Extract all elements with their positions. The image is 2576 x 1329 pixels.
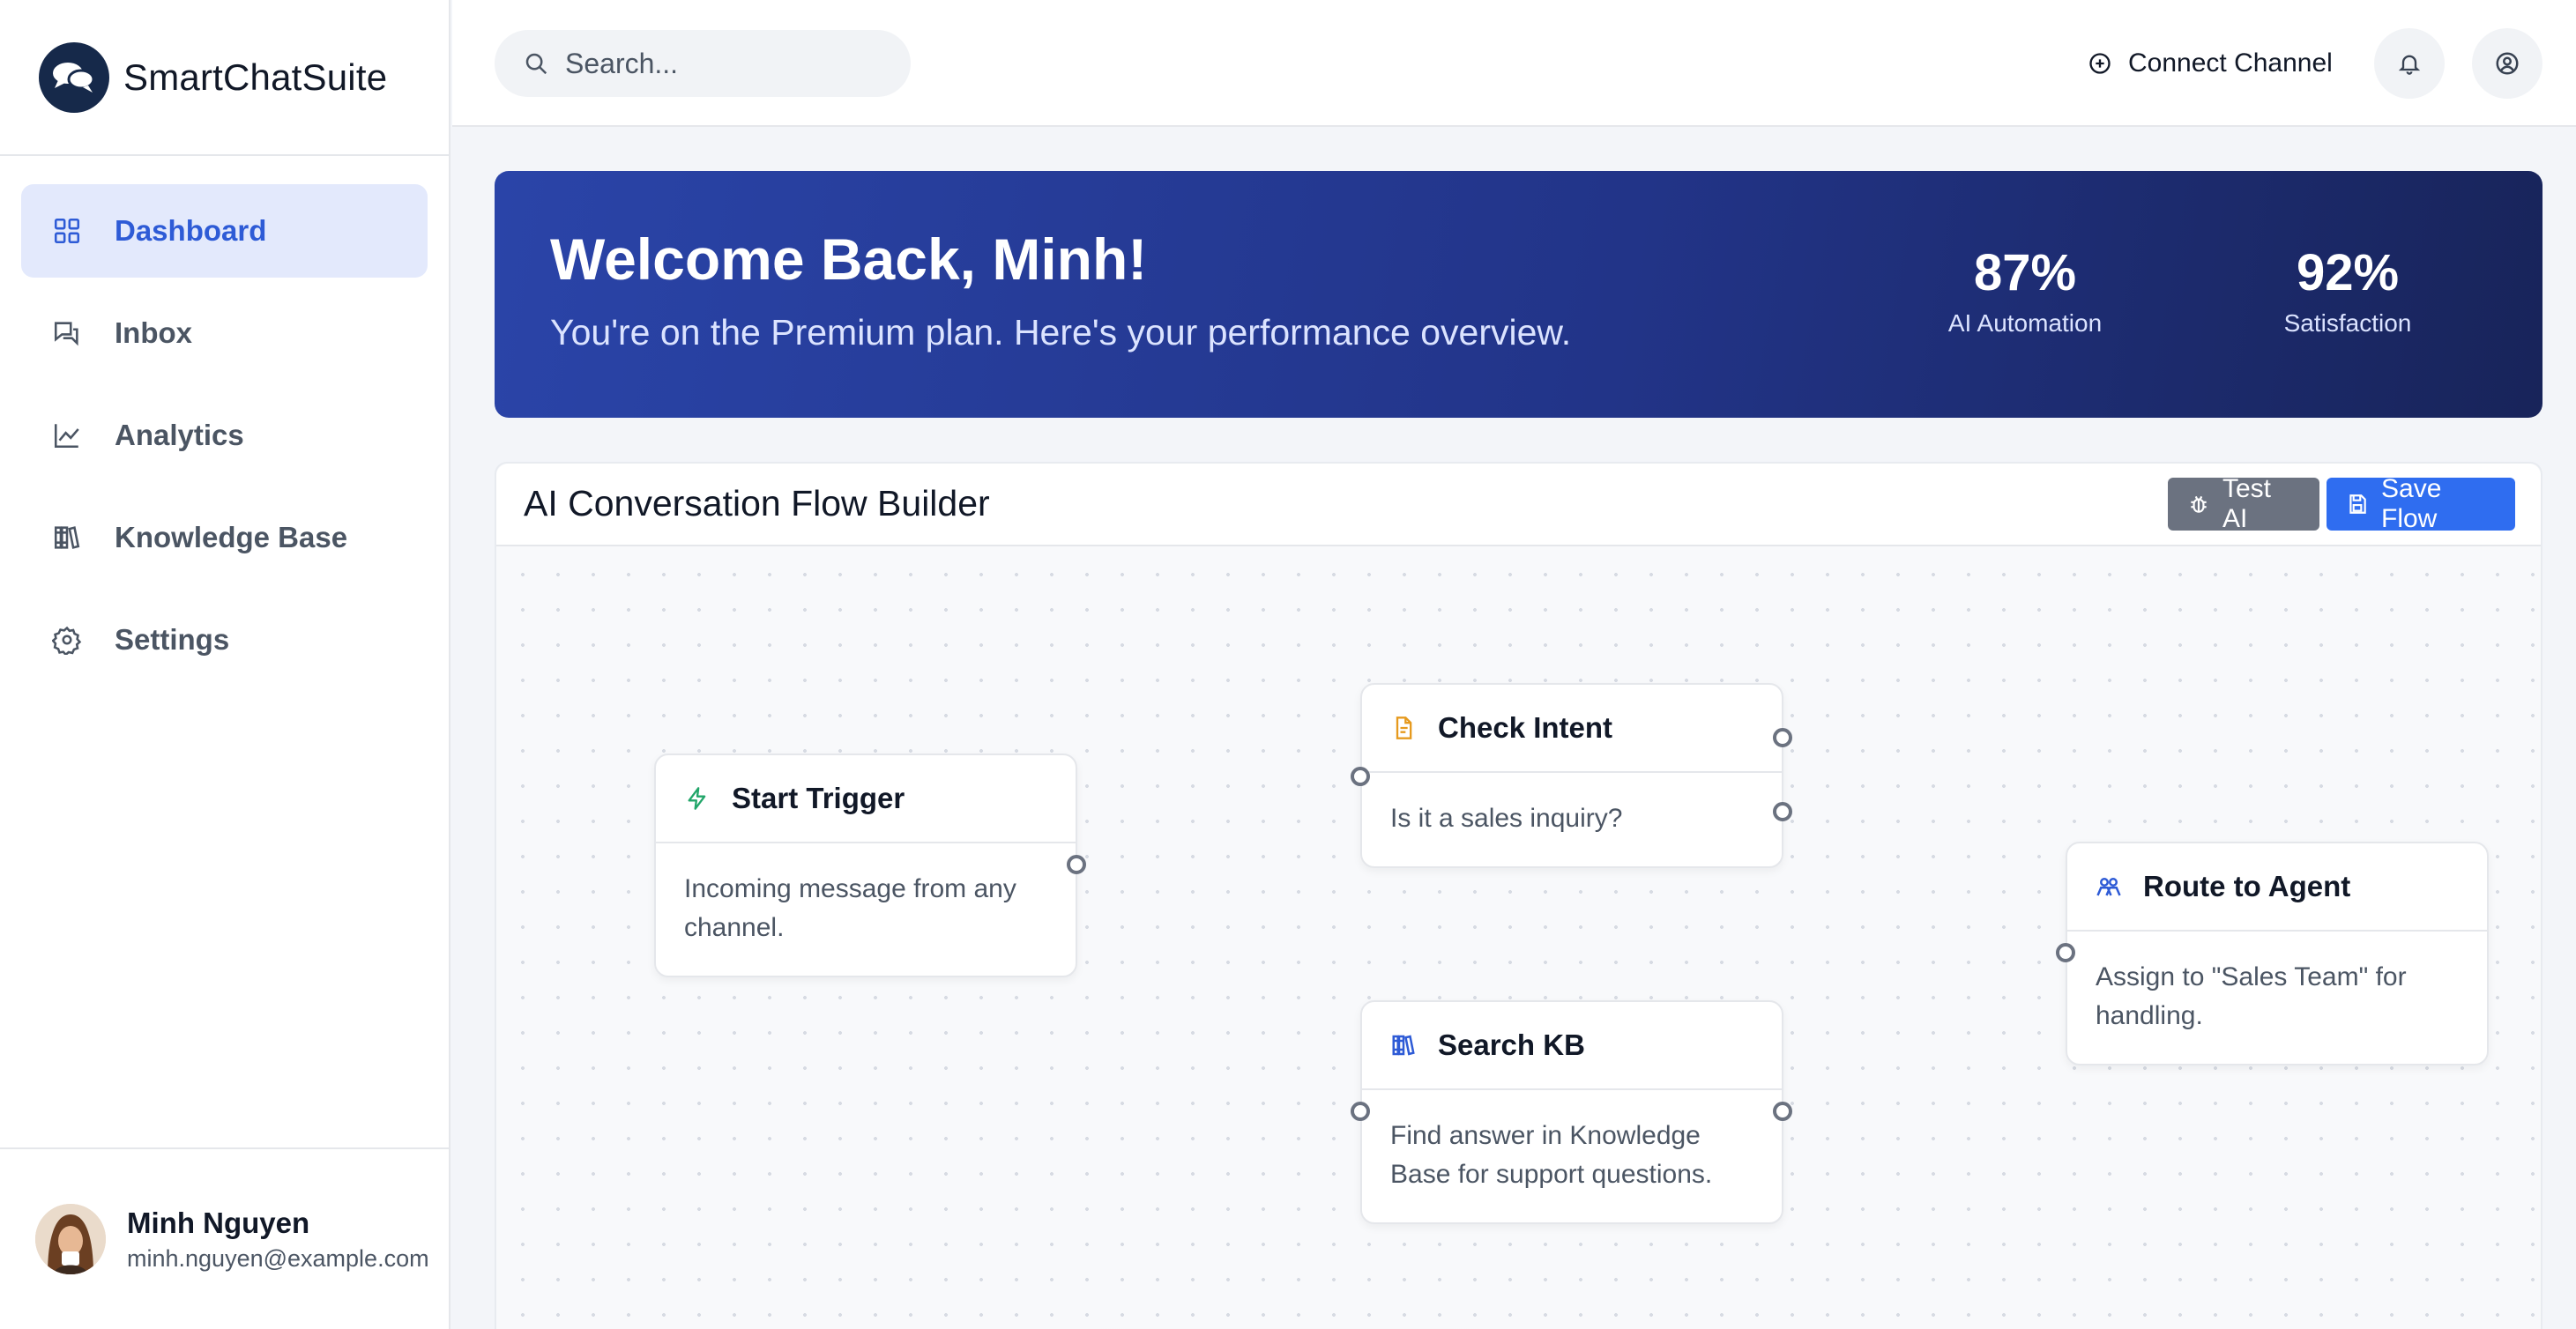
- flow-node-start-trigger[interactable]: Start Trigger Incoming message from any …: [654, 754, 1086, 977]
- node-title: Route to Agent: [2143, 870, 2351, 902]
- sidebar-item-knowledge-base[interactable]: Knowledge Base: [21, 491, 428, 584]
- sidebar-item-settings[interactable]: Settings: [21, 593, 428, 687]
- stat-label: Satisfaction: [2283, 309, 2412, 337]
- stat-value: 92%: [2296, 244, 2400, 301]
- user-circle-icon: [2494, 50, 2520, 77]
- sidebar-item-label: Knowledge Base: [115, 521, 348, 553]
- top-header: Connect Channel: [452, 0, 2576, 127]
- bell-icon: [2397, 51, 2422, 76]
- input-port[interactable]: [1351, 1102, 1370, 1121]
- flow-builder-title: AI Conversation Flow Builder: [524, 483, 990, 523]
- input-port[interactable]: [2056, 943, 2075, 962]
- test-ai-button[interactable]: Test AI: [2168, 474, 2319, 533]
- document-icon: [1389, 713, 1418, 743]
- user-name: Minh Nguyen: [127, 1206, 310, 1239]
- bug-icon: [2187, 493, 2210, 516]
- sidebar-item-label: Dashboard: [115, 214, 267, 247]
- welcome-banner: Welcome Back, Minh! You're on the Premiu…: [495, 171, 2542, 418]
- node-title: Start Trigger: [732, 782, 905, 814]
- sidebar-item-label: Analytics: [115, 419, 244, 451]
- node-body: Incoming message from any channel.: [684, 874, 1016, 942]
- sidebar-item-dashboard[interactable]: Dashboard: [21, 184, 428, 278]
- output-port-no[interactable]: [1773, 802, 1792, 821]
- node-title: Check Intent: [1438, 711, 1613, 744]
- node-header: Start Trigger: [656, 755, 1076, 843]
- logo-icon: [39, 41, 109, 113]
- brand-name: SmartChatSuite: [123, 56, 388, 98]
- avatar[interactable]: [35, 1204, 106, 1274]
- flow-node-check-intent[interactable]: Check Intent Is it a sales inquiry?: [1351, 683, 1792, 868]
- books-icon: [49, 520, 85, 555]
- flow-node-search-kb[interactable]: Search KB Find answer in Knowledge Base …: [1351, 1000, 1792, 1224]
- bolt-icon: [682, 783, 712, 813]
- stat-label: AI Automation: [1947, 309, 2103, 337]
- flow-canvas[interactable]: Start Trigger Incoming message from any …: [496, 548, 2541, 1329]
- users-icon: [2094, 872, 2124, 902]
- save-flow-label: Save Flow: [2381, 474, 2442, 533]
- node-body: Is it a sales inquiry?: [1390, 804, 1623, 833]
- profile-button[interactable]: [2472, 28, 2542, 99]
- save-icon: [2346, 493, 2369, 516]
- node-title: Search KB: [1438, 1028, 1585, 1061]
- sidebar-item-inbox[interactable]: Inbox: [21, 286, 428, 380]
- user-info: Minh Nguyen minh.nguyen@example.com: [127, 1206, 429, 1273]
- welcome-subtitle: You're on the Premium plan. Here's your …: [550, 312, 1572, 353]
- search-icon: [523, 50, 549, 77]
- connect-channel-label: Connect Channel: [2128, 48, 2333, 78]
- output-port-yes[interactable]: [1773, 728, 1792, 747]
- line-chart-icon: [49, 418, 85, 453]
- books-icon: [1389, 1030, 1418, 1060]
- plus-circle-icon: [2088, 51, 2112, 76]
- search-input[interactable]: [565, 47, 882, 80]
- output-port[interactable]: [1773, 1102, 1792, 1121]
- sidebar: SmartChatSuite Dashboard Inbox Analytics…: [0, 0, 450, 1329]
- save-flow-button[interactable]: Save Flow: [2327, 474, 2515, 533]
- stat-value: 87%: [1973, 244, 2077, 301]
- input-port[interactable]: [1351, 767, 1370, 786]
- connect-channel-button[interactable]: Connect Channel: [2088, 37, 2333, 90]
- user-email: minh.nguyen@example.com: [127, 1244, 429, 1272]
- welcome-title: Welcome Back, Minh!: [550, 226, 1148, 292]
- chat-bubbles-icon: [49, 316, 85, 351]
- search-box[interactable]: [495, 30, 911, 97]
- brand[interactable]: SmartChatSuite: [0, 0, 449, 156]
- flow-builder: AI Conversation Flow Builder Test AI Sav…: [495, 462, 2542, 1329]
- sidebar-item-label: Settings: [115, 623, 230, 656]
- sidebar-nav: Dashboard Inbox Analytics Knowledge Base…: [0, 156, 449, 687]
- sidebar-item-analytics[interactable]: Analytics: [21, 389, 428, 482]
- user-profile[interactable]: Minh Nguyen minh.nguyen@example.com: [0, 1147, 449, 1329]
- stat-satisfaction: 92% Satisfaction: [2260, 243, 2436, 338]
- stat-ai-automation: 87% AI Automation: [1937, 243, 2113, 338]
- grid-icon: [49, 213, 85, 249]
- gear-icon: [49, 622, 85, 657]
- node-header: Search KB: [1362, 1002, 1782, 1090]
- notifications-button[interactable]: [2374, 28, 2445, 99]
- node-header: Route to Agent: [2067, 843, 2487, 932]
- flow-builder-header: AI Conversation Flow Builder Test AI Sav…: [496, 464, 2541, 546]
- output-port[interactable]: [1067, 855, 1086, 874]
- node-header: Check Intent: [1362, 685, 1782, 773]
- flow-node-route-to-agent[interactable]: Route to Agent Assign to "Sales Team" fo…: [2056, 842, 2489, 1065]
- node-body: Assign to "Sales Team" for handling.: [2096, 962, 2407, 1030]
- sidebar-item-label: Inbox: [115, 316, 192, 349]
- node-body: Find answer in Knowledge Base for suppor…: [1390, 1121, 1713, 1189]
- test-ai-label: Test AI: [2222, 474, 2272, 533]
